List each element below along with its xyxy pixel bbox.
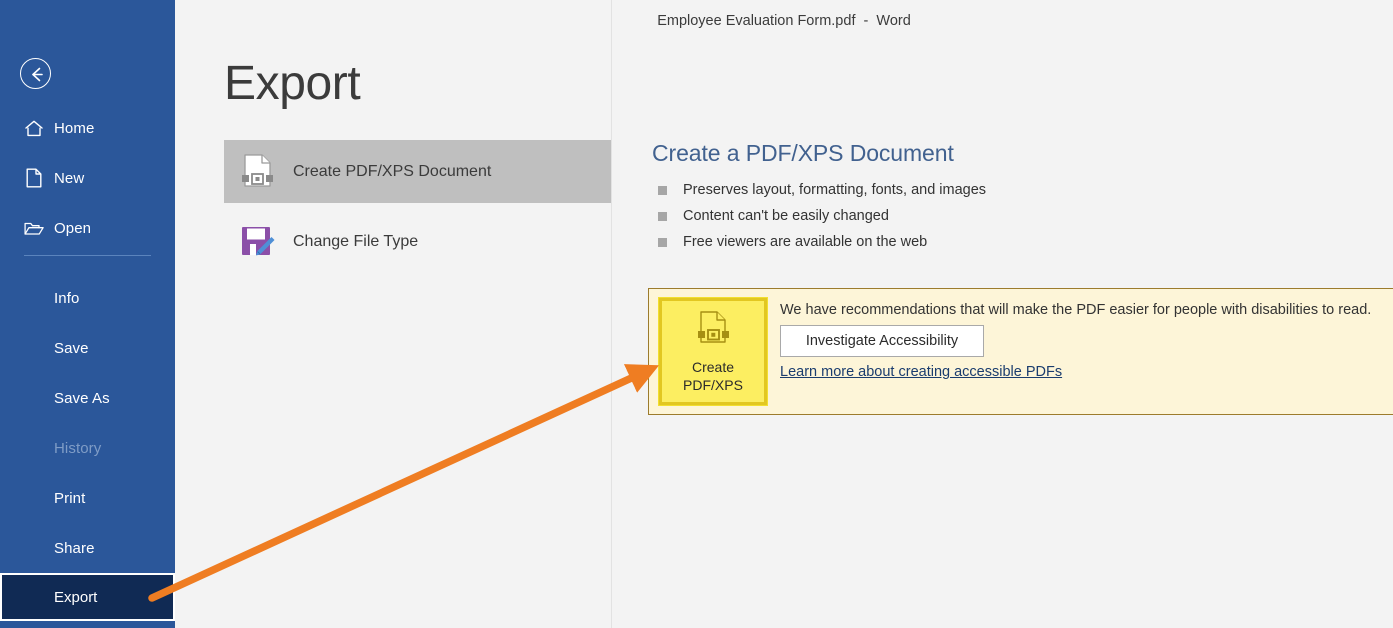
- square-bullet-icon: [658, 211, 667, 221]
- sidebar-item-label: Export: [54, 588, 98, 606]
- export-detail-pane: Create a PDF/XPS Document Preserves layo…: [652, 140, 1393, 255]
- sidebar-item-new[interactable]: New: [0, 160, 175, 196]
- pdf-document-icon: [238, 151, 278, 193]
- sidebar-item-label: Save: [54, 339, 89, 357]
- sidebar-item-open[interactable]: Open: [0, 210, 175, 246]
- feature-list-item: Free viewers are available on the web: [652, 229, 1393, 255]
- learn-more-accessible-pdfs-link[interactable]: Learn more about creating accessible PDF…: [780, 364, 1062, 380]
- sidebar-item-history: History: [0, 430, 175, 466]
- sidebar-item-save[interactable]: Save: [0, 330, 175, 366]
- sidebar-item-label: Open: [54, 219, 92, 237]
- feature-text: Content can't be easily changed: [683, 208, 889, 224]
- sidebar-item-label: New: [54, 169, 85, 187]
- sidebar-item-label: Print: [54, 489, 86, 507]
- arrow-shaft: [148, 364, 660, 602]
- sidebar-item-save-as[interactable]: Save As: [0, 380, 175, 416]
- back-arrow-circle-icon[interactable]: [20, 58, 51, 89]
- tile-label-line2: PDF/XPS: [683, 377, 743, 393]
- document-title: Employee Evaluation Form.pdf - Word: [657, 13, 911, 29]
- export-option-change-file-type[interactable]: Change File Type: [224, 210, 611, 273]
- export-option-create-pdf-xps[interactable]: Create PDF/XPS Document: [224, 140, 611, 203]
- sidebar-item-label: Save As: [54, 389, 110, 407]
- create-pdf-xps-button[interactable]: Create PDF/XPS: [658, 297, 768, 406]
- folder-open-icon: [24, 218, 44, 238]
- panel-divider: [611, 0, 612, 628]
- feature-list-item: Content can't be easily changed: [652, 203, 1393, 229]
- create-pdf-xps-label: Create PDF/XPS: [683, 358, 743, 394]
- export-options-list: Create PDF/XPS Document Change File Type: [224, 140, 611, 273]
- sidebar-item-label: Share: [54, 539, 95, 557]
- export-option-label: Change File Type: [293, 232, 419, 250]
- floppy-disk-pencil-icon: [238, 221, 278, 263]
- sidebar-item-export[interactable]: Export: [0, 573, 175, 621]
- sidebar-item-print[interactable]: Print: [0, 480, 175, 516]
- detail-heading: Create a PDF/XPS Document: [652, 140, 954, 166]
- sidebar-item-label: Home: [54, 119, 95, 137]
- sidebar-item-home[interactable]: Home: [0, 110, 175, 146]
- home-icon: [24, 118, 44, 138]
- investigate-accessibility-button[interactable]: Investigate Accessibility: [780, 325, 984, 357]
- page-icon: [24, 168, 44, 188]
- pdf-document-icon: [695, 309, 731, 354]
- feature-text: Free viewers are available on the web: [683, 234, 928, 250]
- feature-list-item: Preserves layout, formatting, fonts, and…: [652, 177, 1393, 203]
- square-bullet-icon: [658, 237, 667, 247]
- banner-message: We have recommendations that will make t…: [780, 302, 1372, 318]
- sidebar-item-share[interactable]: Share: [0, 530, 175, 566]
- sidebar-item-label: Info: [54, 289, 80, 307]
- sidebar-item-info[interactable]: Info: [0, 280, 175, 316]
- accessibility-recommendation-banner: Create PDF/XPS We have recommendations t…: [648, 288, 1393, 415]
- word-backstage-export-screen: Home New Open Info Save Save As History …: [0, 0, 1393, 628]
- sidebar-divider: [24, 255, 151, 256]
- page-title: Export: [224, 57, 361, 110]
- backstage-sidebar: Home New Open Info Save Save As History …: [0, 0, 175, 628]
- tile-label-line1: Create: [691, 359, 735, 375]
- export-option-label: Create PDF/XPS Document: [293, 162, 492, 180]
- feature-text: Preserves layout, formatting, fonts, and…: [683, 182, 987, 198]
- back-arrow-glyph: [32, 67, 43, 82]
- title-bar: Employee Evaluation Form.pdf - Word: [175, 0, 1393, 42]
- square-bullet-icon: [658, 185, 667, 195]
- sidebar-item-label: History: [54, 439, 102, 457]
